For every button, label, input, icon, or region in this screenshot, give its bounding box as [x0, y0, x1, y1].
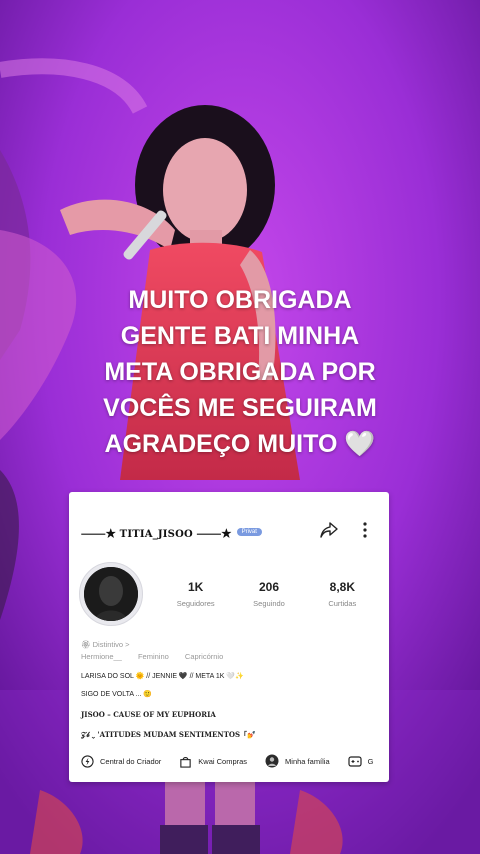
followers-label: Seguidores — [176, 599, 215, 608]
profile-meta: 🏵 Distintivo > Hermione__ Feminino Capri… — [81, 640, 237, 661]
avatar[interactable] — [79, 562, 143, 626]
shopping-bag-icon — [180, 756, 191, 768]
kwai-shop-label: Kwai Compras — [198, 756, 248, 766]
caption-line: META OBRIGADA POR — [104, 358, 376, 386]
kwai-shop-button[interactable]: Kwai Compras — [179, 755, 247, 768]
followers-stat[interactable]: 1K Seguidores — [159, 580, 232, 608]
caption-line: GENTE BATI MINHA — [120, 322, 360, 350]
bio-line: JISOO – CAUSE OF MY EUPHORIA — [81, 710, 216, 719]
my-family-label: Minha família — [285, 756, 330, 766]
tag-gender: Feminino — [137, 652, 169, 661]
likes-label: Curtidas — [328, 599, 357, 608]
likes-count: 8,8K — [329, 580, 355, 594]
following-label: Seguindo — [253, 599, 285, 608]
games-label: G — [367, 756, 374, 766]
avatar-image — [84, 567, 138, 621]
caption-line: MUITO OBRIGADA — [128, 286, 352, 314]
profile-shortcuts: Central do Criador Kwai Compras Minha fa… — [81, 754, 389, 768]
profile-tags: Hermione__ Feminino Capricórnio — [81, 652, 237, 661]
family-avatar-icon — [265, 754, 279, 768]
games-button[interactable]: G — [348, 755, 374, 768]
caption-line: VOCÊS ME SEGUIRAM — [103, 394, 377, 422]
following-count: 206 — [258, 580, 279, 594]
profile-header: ⸻★ TITIA_JISOO ⸻★ Privat — [81, 522, 262, 542]
username: ⸻★ TITIA_JISOO ⸻★ — [81, 528, 232, 540]
private-badge: Privat — [236, 528, 262, 536]
followers-count: 1K — [187, 580, 204, 594]
creator-center-label: Central do Criador — [100, 756, 162, 766]
my-family-button[interactable]: Minha família — [265, 754, 330, 768]
distinction-link[interactable]: 🏵 Distintivo > — [81, 640, 237, 649]
share-icon[interactable] — [319, 520, 339, 540]
profile-card: ⸻★ TITIA_JISOO ⸻★ Privat 1K Seguidores 2… — [69, 492, 389, 782]
likes-stat[interactable]: 8,8K Curtidas — [306, 580, 379, 608]
tag-sign: Capricórnio — [184, 652, 224, 661]
gamepad-icon — [348, 755, 362, 767]
profile-stats: 1K Seguidores 206 Seguindo 8,8K Curtidas — [159, 580, 379, 608]
creator-center-button[interactable]: Central do Criador — [81, 754, 162, 768]
bio-line: LARISA DO SOL 🌞 // JENNIE 🖤 // META 1K 🤍… — [81, 673, 244, 680]
following-stat[interactable]: 206 Seguindo — [232, 580, 305, 608]
bio-line: SIGO DE VOLTA ... 🙂 — [81, 691, 153, 698]
lightning-circle-icon — [81, 754, 94, 768]
tag-name: Hermione__ — [81, 652, 122, 661]
caption-line: AGRADEÇO MUITO 🤍 — [104, 430, 376, 458]
bio-line: 𝒵𝒷 ⌄ 'ATITUDES MUDAM SENTIMENTOS「💅 — [81, 730, 256, 739]
caption-overlay: MUITO OBRIGADA GENTE BATI MINHA META OBR… — [0, 282, 480, 462]
more-options-icon[interactable] — [355, 520, 375, 540]
